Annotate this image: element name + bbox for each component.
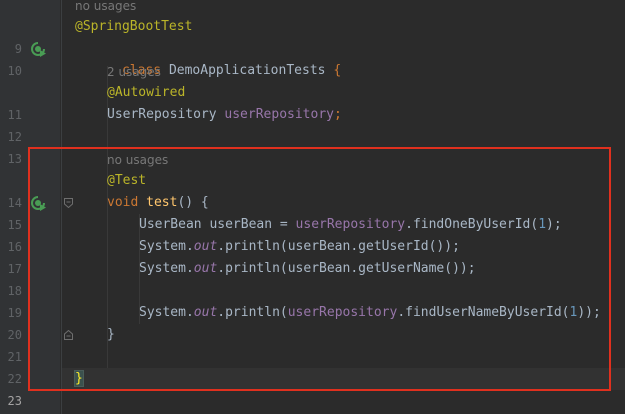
method-declaration: void test() { xyxy=(107,192,209,214)
run-test-gutter-icon[interactable] xyxy=(30,195,46,211)
code-line[interactable]: 11 @Autowired xyxy=(0,82,625,122)
code-line[interactable]: 15 void test() { xyxy=(0,192,625,232)
code-token: .findUserNameByUserId( xyxy=(397,305,570,320)
code-line[interactable]: 24 xyxy=(0,390,625,412)
annotation-token: @Autowired xyxy=(107,85,186,100)
code-line[interactable]: 21 } xyxy=(0,324,625,364)
code-line[interactable]: 16 UserBean userBean = userRepository.fi… xyxy=(0,214,625,254)
code-line[interactable]: 13 xyxy=(0,126,625,166)
run-test-gutter-icon[interactable] xyxy=(30,41,46,57)
code-editor[interactable]: no usages 9 @SpringBootTest 10 class Dem… xyxy=(0,0,625,414)
code-line[interactable]: 19 xyxy=(0,280,625,320)
code-line[interactable]: 18 System.out.println(userBean.getUserNa… xyxy=(0,258,625,298)
method-name: test xyxy=(146,195,178,210)
code-token: System. xyxy=(139,261,194,276)
code-line-current[interactable]: 23 } xyxy=(0,368,625,408)
static-field-token: out xyxy=(193,305,218,320)
fold-icon[interactable] xyxy=(64,330,73,340)
code-line[interactable]: 14 @Test xyxy=(0,170,625,210)
code-token: System. xyxy=(139,239,194,254)
code-token: ); xyxy=(546,217,562,232)
fold-icon[interactable] xyxy=(64,198,73,208)
matched-brace: } xyxy=(74,370,84,387)
keyword-token: void xyxy=(107,195,139,210)
field-token: userRepository xyxy=(295,217,406,232)
code-token: .println(userBean.getUserId()); xyxy=(217,239,460,254)
number-token: 1 xyxy=(538,217,547,232)
code-line[interactable]: 9 @SpringBootTest xyxy=(0,16,625,56)
field-declaration: UserRepository userRepository; xyxy=(107,104,342,126)
code-line[interactable]: 12 UserRepository userRepository; xyxy=(0,104,625,144)
type-name: UserRepository xyxy=(107,107,217,122)
code-token: UserBean userBean = xyxy=(139,217,296,232)
statement: System.out.println(userBean.getUserName(… xyxy=(139,258,476,280)
method-signature-rest: () { xyxy=(177,195,209,210)
code-line[interactable]: 17 System.out.println(userBean.getUserId… xyxy=(0,236,625,276)
annotation-token: @SpringBootTest xyxy=(75,19,193,34)
field-token: userRepository xyxy=(224,107,334,122)
statement: System.out.println(userBean.getUserId())… xyxy=(139,236,460,258)
usage-hint[interactable]: 2 usages xyxy=(0,61,625,83)
semicolon: ; xyxy=(333,107,342,122)
static-field-token: out xyxy=(193,261,218,276)
usage-hint[interactable]: no usages xyxy=(0,0,625,17)
code-line[interactable]: 20 System.out.println(userRepository.fin… xyxy=(0,302,625,342)
code-token: .findOneByUserId( xyxy=(405,217,539,232)
field-token: userRepository xyxy=(287,305,398,320)
closing-brace: } xyxy=(74,368,84,390)
usage-hint[interactable]: no usages xyxy=(0,149,625,171)
text-caret xyxy=(82,370,84,387)
usage-hint-text[interactable]: no usages xyxy=(107,149,168,171)
code-token: .println( xyxy=(217,305,288,320)
code-token: .println(userBean.getUserName()); xyxy=(217,261,476,276)
code-line[interactable]: 22 xyxy=(0,346,625,386)
statement: UserBean userBean = userRepository.findO… xyxy=(139,214,562,236)
code-line[interactable]: 10 class DemoApplicationTests { xyxy=(0,38,625,78)
usage-hint-text[interactable]: 2 usages xyxy=(107,61,161,83)
code-token: System. xyxy=(139,305,194,320)
closing-brace: } xyxy=(107,327,115,342)
annotation-token: @Test xyxy=(107,173,147,188)
static-field-token: out xyxy=(193,239,218,254)
usage-hint-text[interactable]: no usages xyxy=(75,0,136,17)
statement: System.out.println(userRepository.findUs… xyxy=(139,302,601,324)
code-token: )); xyxy=(577,305,601,320)
